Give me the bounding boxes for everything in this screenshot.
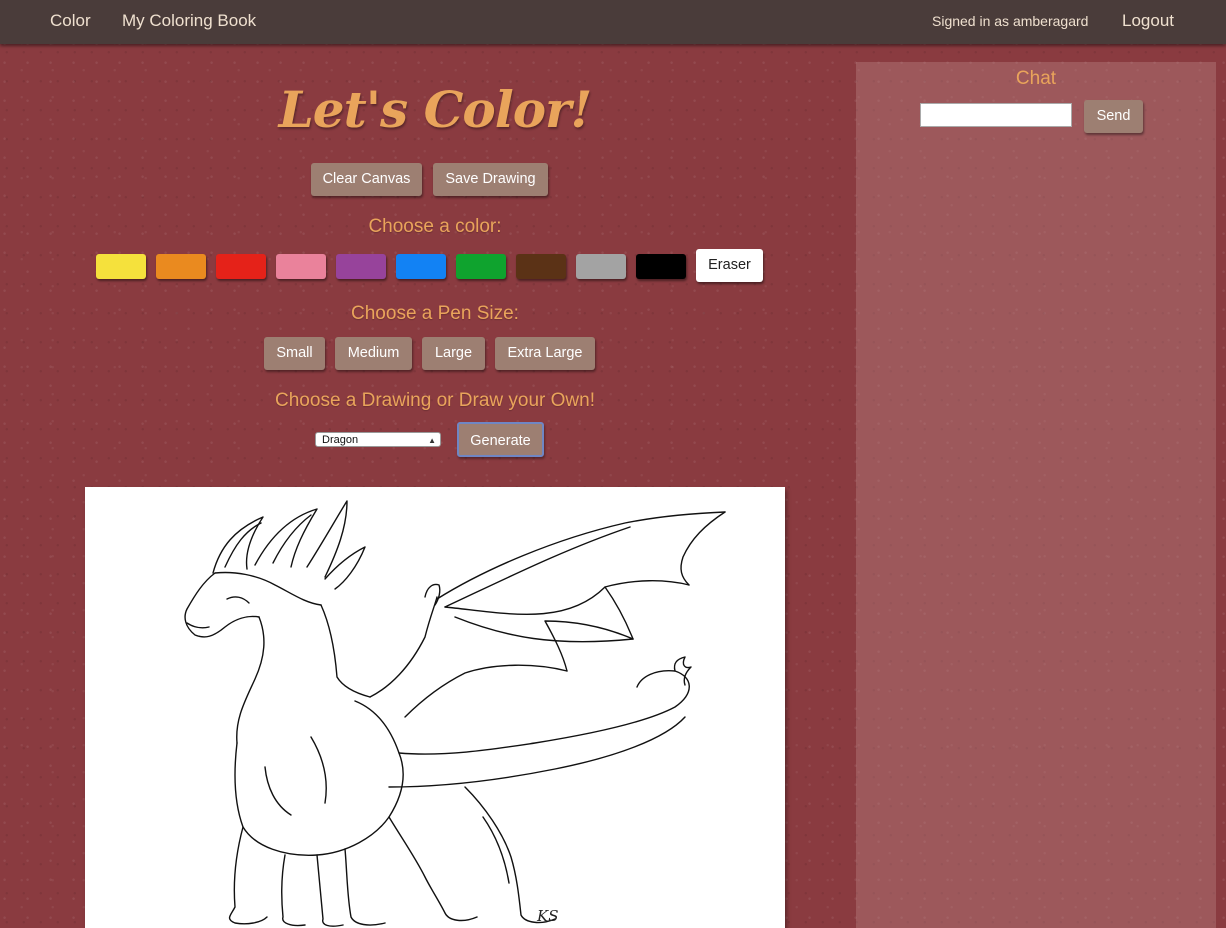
dragon-line-art [184,500,726,927]
drawing-select[interactable]: Dragon ▲ [315,432,441,447]
pen-size-extra-large-button[interactable]: Extra Large [495,337,595,370]
chat-send-button[interactable]: Send [1084,100,1143,133]
choose-drawing-heading: Choose a Drawing or Draw your Own! [275,390,595,411]
logout-link[interactable]: Logout [1122,11,1174,31]
save-drawing-button[interactable]: Save Drawing [433,163,548,196]
top-navbar: Color My Coloring Book Signed in as ambe… [0,0,1226,44]
generate-button[interactable]: Generate [457,422,544,457]
color-swatch-orange[interactable] [156,254,206,279]
color-swatch-blue[interactable] [396,254,446,279]
color-swatch-yellow[interactable] [96,254,146,279]
color-swatch-pink[interactable] [276,254,326,279]
canvas-signature: KS [537,907,559,925]
chat-message-input[interactable] [920,103,1072,127]
chat-title: Chat [1015,68,1057,89]
nav-coloring-book-link[interactable]: My Coloring Book [122,11,256,31]
drawing-select-value: Dragon [322,434,359,446]
choose-pen-size-heading: Choose a Pen Size: [351,303,519,324]
color-swatch-gray[interactable] [576,254,626,279]
pen-size-large-button[interactable]: Large [422,337,485,370]
color-swatch-purple[interactable] [336,254,386,279]
color-swatch-green[interactable] [456,254,506,279]
pen-size-small-button[interactable]: Small [264,337,325,370]
select-arrows-icon: ▲ [428,436,436,445]
page-title: Let's Color! [278,80,593,139]
signed-in-text: Signed in as amberagard [932,13,1089,29]
pen-size-medium-button[interactable]: Medium [335,337,412,370]
color-swatch-brown[interactable] [516,254,566,279]
main-panel: Let's Color! Clear Canvas Save Drawing C… [0,44,850,928]
nav-color-link[interactable]: Color [50,11,91,31]
drawing-canvas[interactable]: KS [85,487,785,928]
color-swatch-black[interactable] [636,254,686,279]
chat-panel: Chat Send [856,62,1216,928]
choose-color-heading: Choose a color: [368,216,502,237]
color-swatch-red[interactable] [216,254,266,279]
eraser-button[interactable]: Eraser [696,249,763,282]
clear-canvas-button[interactable]: Clear Canvas [311,163,422,196]
